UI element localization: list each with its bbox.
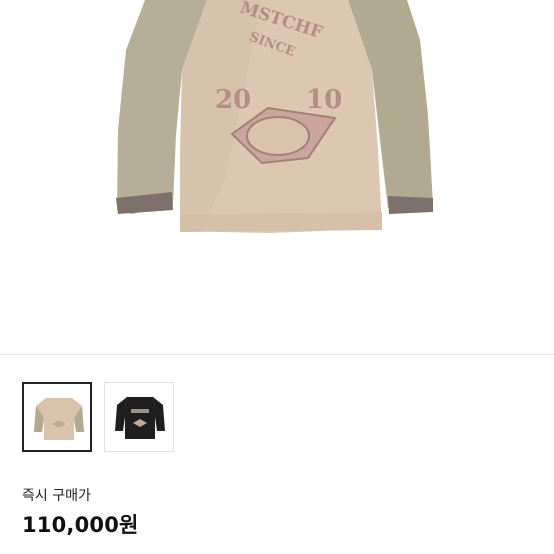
thumbnail-black[interactable] xyxy=(104,382,174,452)
thumbnail-beige[interactable] xyxy=(22,382,92,452)
black-sweater-thumbnail-icon xyxy=(115,397,165,439)
print-year-left: 20 xyxy=(215,85,251,115)
right-cuff xyxy=(388,196,433,214)
product-image: MSTCHF SINCE 20 10 xyxy=(116,0,433,233)
product-image-area: MSTCHF SINCE 20 10 xyxy=(0,0,554,355)
buy-now-price: 110,000원 xyxy=(22,513,139,537)
beige-sweater-thumbnail-icon xyxy=(34,398,84,440)
buy-now-price-label: 즉시 구매가 xyxy=(22,488,91,504)
print-year-right: 10 xyxy=(306,85,342,115)
thumbnail-strip xyxy=(22,382,174,452)
hem-band xyxy=(180,212,382,232)
